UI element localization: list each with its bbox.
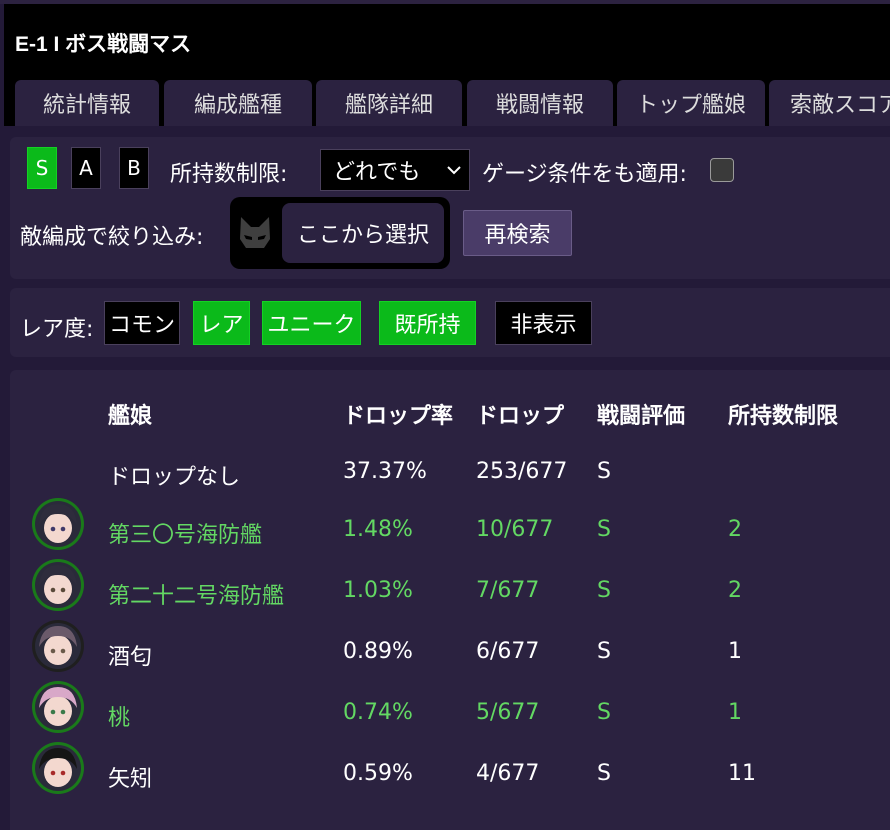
rarity-hidden-button[interactable]: 非表示 <box>495 301 592 345</box>
tab-los-score[interactable]: 索敵スコア <box>769 80 890 126</box>
possession-limit-value: どれでも <box>333 160 421 185</box>
tab-statistics[interactable]: 統計情報 <box>15 80 159 126</box>
ship-avatar-icon <box>32 681 84 733</box>
row1-drop: 10/677 <box>476 517 554 542</box>
page-title: E-1 I ボス戦闘マス <box>15 33 192 56</box>
row5-name[interactable]: 矢矧 <box>108 761 152 793</box>
row0-name: ドロップなし <box>108 465 241 490</box>
row5-drop: 4/677 <box>476 761 540 786</box>
row4-limit: 1 <box>728 700 742 725</box>
row1-name[interactable]: 第三〇号海防艦 <box>108 517 262 549</box>
ship-avatar-icon <box>32 620 84 672</box>
page-header: E-1 I ボス戦闘マス <box>4 4 890 80</box>
row2-drop: 7/677 <box>476 578 540 603</box>
research-button[interactable]: 再検索 <box>463 210 572 256</box>
gauge-condition-label: ゲージ条件をも適用: <box>482 162 687 187</box>
tab-bar: 統計情報 編成艦種 艦隊詳細 戦闘情報 トップ艦娘 索敵スコア <box>4 80 890 126</box>
tab-fleet-details[interactable]: 艦隊詳細 <box>316 80 462 126</box>
tab-battle-info[interactable]: 戦闘情報 <box>467 80 613 126</box>
row0-drop: 253/677 <box>476 459 568 484</box>
row1-limit: 2 <box>728 517 742 542</box>
rarity-rare-button[interactable]: レア <box>193 301 250 345</box>
row3-limit: 1 <box>728 639 742 664</box>
row4-rank: S <box>597 700 611 725</box>
ship-avatar-icon <box>32 559 84 611</box>
row2-name[interactable]: 第二十二号海防艦 <box>108 578 284 610</box>
row2-rate: 1.03% <box>343 578 413 603</box>
rank-a-button[interactable]: A <box>71 147 101 189</box>
row4-drop: 5/677 <box>476 700 540 725</box>
row3-name[interactable]: 酒匂 <box>108 639 152 671</box>
row3-drop: 6/677 <box>476 639 540 664</box>
row5-limit: 11 <box>728 761 756 786</box>
row1-rate: 1.48% <box>343 517 413 542</box>
ship-avatar-icon <box>32 742 84 794</box>
rarity-unique-button[interactable]: ユニーク <box>262 301 361 345</box>
row2-rank: S <box>597 578 611 603</box>
header-drop-rate[interactable]: ドロップ率 <box>343 398 453 430</box>
row2-limit: 2 <box>728 578 742 603</box>
possession-limit-label: 所持数制限: <box>170 162 288 187</box>
choose-enemy-button[interactable]: ここから選択 <box>282 203 444 263</box>
possession-limit-select[interactable]: どれでも <box>320 149 470 191</box>
row0-rank: S <box>597 459 611 484</box>
rarity-owned-button[interactable]: 既所持 <box>379 301 476 345</box>
tab-fleet-types[interactable]: 編成艦種 <box>164 80 312 126</box>
header-battle-rank[interactable]: 戦闘評価 <box>597 398 685 430</box>
row1-rank: S <box>597 517 611 542</box>
ship-avatar-icon <box>32 498 84 550</box>
gauge-condition-checkbox[interactable] <box>710 158 734 182</box>
rarity-common-button[interactable]: コモン <box>104 301 180 345</box>
row5-rank: S <box>597 761 611 786</box>
row5-rate: 0.59% <box>343 761 413 786</box>
row4-name[interactable]: 桃 <box>108 700 130 732</box>
rarity-label: レア度: <box>20 317 94 342</box>
header-possession-limit[interactable]: 所持数制限 <box>728 398 838 430</box>
header-ship[interactable]: 艦娘 <box>108 398 152 430</box>
enemy-filter-label: 敵編成で絞り込み: <box>20 225 204 250</box>
row3-rate: 0.89% <box>343 639 413 664</box>
row4-rate: 0.74% <box>343 700 413 725</box>
cat-face-icon <box>240 217 270 248</box>
row0-rate: 37.37% <box>343 459 427 484</box>
rank-b-button[interactable]: B <box>119 147 149 189</box>
enemy-selector: ここから選択 <box>230 197 450 269</box>
chevron-down-icon <box>447 166 461 175</box>
header-drop[interactable]: ドロップ <box>476 398 564 430</box>
row3-rank: S <box>597 639 611 664</box>
tab-top-ships[interactable]: トップ艦娘 <box>617 80 765 126</box>
rank-s-button[interactable]: S <box>27 147 57 189</box>
